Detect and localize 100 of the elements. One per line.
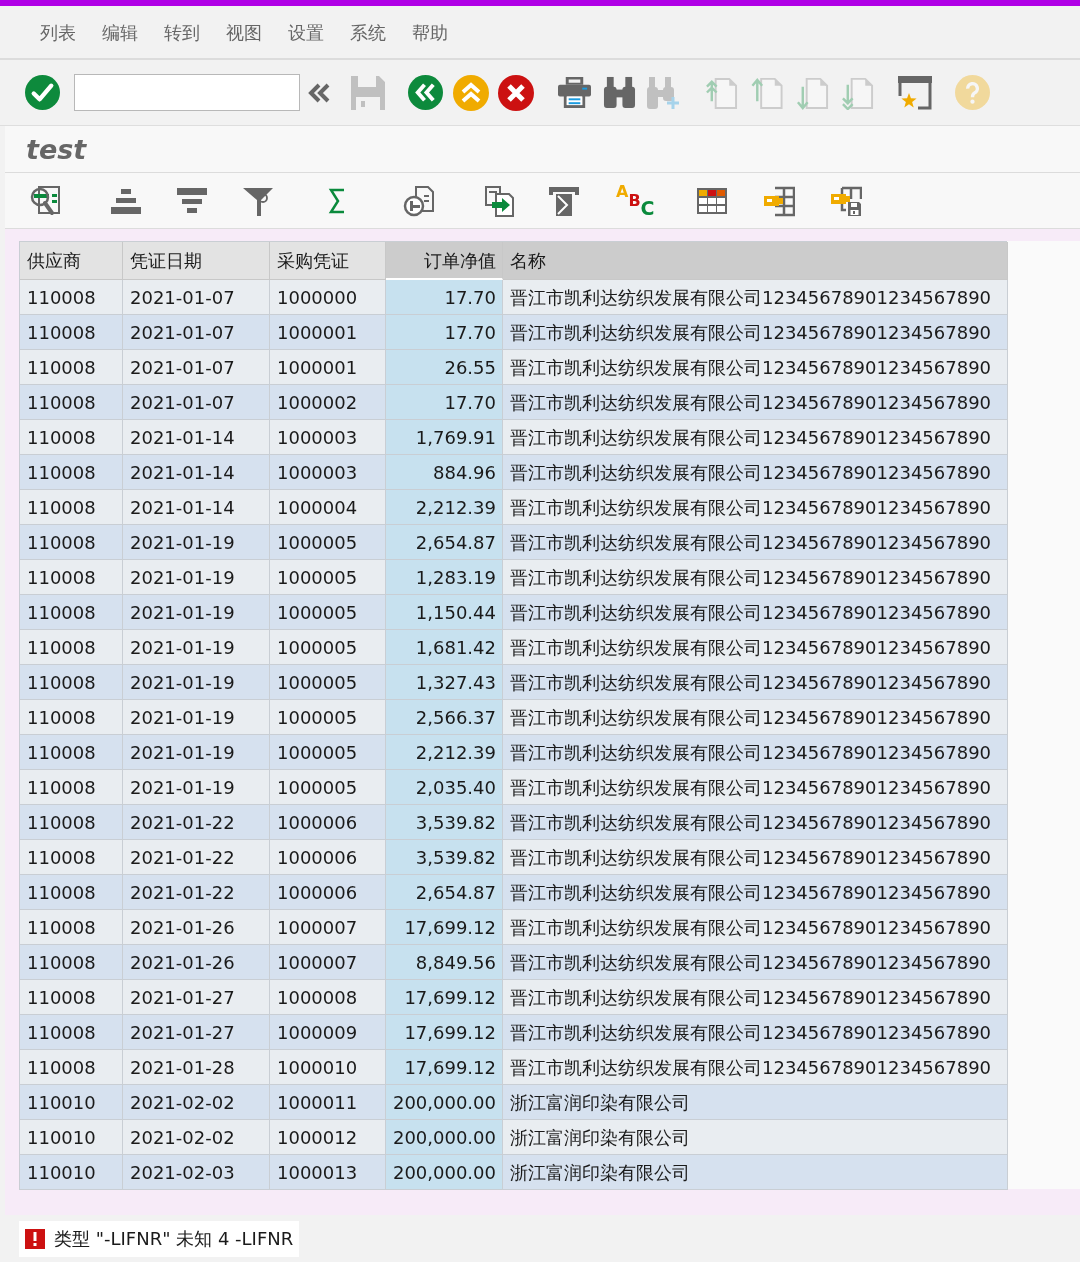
tag-grid-floppy-icon[interactable]: [830, 184, 862, 217]
table-cell: 110008: [20, 805, 123, 840]
table-cell: 2021-01-19: [123, 665, 270, 700]
table-cell: 浙江富润印染有限公司: [503, 1085, 1008, 1120]
table-cell: 晋江市凯利达纺织发展有限公司12345678901234567890: [503, 1015, 1008, 1050]
back-icon[interactable]: [408, 75, 443, 110]
table-cell: 110008: [20, 1015, 123, 1050]
menu-item[interactable]: 转到: [164, 18, 200, 46]
table-cell: 110008: [20, 560, 123, 595]
table-cell: 2021-01-19: [123, 735, 270, 770]
table-cell: 晋江市凯利达纺织发展有限公司12345678901234567890: [503, 840, 1008, 875]
table-cell: 晋江市凯利达纺织发展有限公司12345678901234567890: [503, 455, 1008, 490]
window-star-icon[interactable]: [898, 75, 932, 110]
table-cell: 200,000.00: [386, 1120, 503, 1155]
table-cell: 2021-01-14: [123, 455, 270, 490]
menu-item[interactable]: 视图: [226, 18, 262, 46]
table-cell: 1000011: [270, 1085, 386, 1120]
table-cell: 2,035.40: [386, 770, 503, 805]
table-cell: 2,212.39: [386, 490, 503, 525]
table-cell: 晋江市凯利达纺织发展有限公司12345678901234567890: [503, 735, 1008, 770]
table-cell: 晋江市凯利达纺织发展有限公司12345678901234567890: [503, 1050, 1008, 1085]
table-cell: 2021-01-26: [123, 945, 270, 980]
table-cell: 1000007: [270, 910, 386, 945]
table-cell: 2,566.37: [386, 700, 503, 735]
table-cell: 晋江市凯利达纺织发展有限公司12345678901234567890: [503, 805, 1008, 840]
document-arrow-icon[interactable]: [483, 184, 515, 217]
table-cell: 2021-01-19: [123, 560, 270, 595]
table-cell: 晋江市凯利达纺织发展有限公司12345678901234567890: [503, 560, 1008, 595]
tray-triangle-icon[interactable]: [548, 184, 580, 217]
table-cell: 1000002: [270, 385, 386, 420]
table-cell: 2021-01-07: [123, 350, 270, 385]
column-header[interactable]: 凭证日期: [123, 242, 270, 280]
table-cell: 2,212.39: [386, 735, 503, 770]
table-cell: 2021-01-19: [123, 700, 270, 735]
table-cell: 2021-01-07: [123, 385, 270, 420]
table-cell: 2021-01-22: [123, 840, 270, 875]
table-cell: 3,539.82: [386, 840, 503, 875]
table-cell: 200,000.00: [386, 1155, 503, 1190]
table-cell: 1000013: [270, 1155, 386, 1190]
table-cell: 2021-01-14: [123, 490, 270, 525]
table-cell: 110008: [20, 875, 123, 910]
menu-item[interactable]: 设置: [288, 18, 324, 46]
table-cell: 2021-01-28: [123, 1050, 270, 1085]
table-cell: 2021-01-19: [123, 770, 270, 805]
table-cell: 1000006: [270, 805, 386, 840]
checkmark-icon[interactable]: [25, 75, 60, 110]
table-cell: 晋江市凯利达纺织发展有限公司12345678901234567890: [503, 490, 1008, 525]
table-cell: 晋江市凯利达纺织发展有限公司12345678901234567890: [503, 280, 1008, 315]
table-cell: 110008: [20, 490, 123, 525]
table-cell: 1000005: [270, 700, 386, 735]
table-cell: 1000010: [270, 1050, 386, 1085]
table-cell: 1000003: [270, 420, 386, 455]
table-cell: 晋江市凯利达纺织发展有限公司12345678901234567890: [503, 665, 1008, 700]
table-cell: 1000007: [270, 945, 386, 980]
table-cell: 2021-01-14: [123, 420, 270, 455]
table-cell: 110008: [20, 595, 123, 630]
table-cell: 110008: [20, 770, 123, 805]
table-cell: 17,699.12: [386, 1015, 503, 1050]
menu-item[interactable]: 帮助: [412, 18, 448, 46]
column-header[interactable]: 名称: [503, 242, 1008, 280]
table-cell: 1000005: [270, 630, 386, 665]
column-header[interactable]: 订单净值: [386, 242, 503, 280]
double-chevron-icon[interactable]: [308, 82, 330, 103]
table-cell: 1000000: [270, 280, 386, 315]
list-magnifier-icon[interactable]: [30, 184, 62, 217]
table-cell: 110010: [20, 1155, 123, 1190]
table-cell: 110008: [20, 350, 123, 385]
printer-icon[interactable]: [557, 76, 592, 109]
table-cell: 2021-01-19: [123, 630, 270, 665]
table-cell: 110008: [20, 280, 123, 315]
table-cell: 晋江市凯利达纺织发展有限公司12345678901234567890: [503, 875, 1008, 910]
document-lens-icon[interactable]: [403, 184, 435, 217]
command-field[interactable]: [74, 74, 300, 111]
tag-grid-icon[interactable]: [763, 184, 795, 217]
table-cell: 晋江市凯利达纺织发展有限公司12345678901234567890: [503, 700, 1008, 735]
menu-item[interactable]: 系统: [350, 18, 386, 46]
table-cell: 晋江市凯利达纺织发展有限公司12345678901234567890: [503, 630, 1008, 665]
table-cell: 2021-01-07: [123, 315, 270, 350]
table-cell: 8,849.56: [386, 945, 503, 980]
table-cell: 26.55: [386, 350, 503, 385]
table-cell: 晋江市凯利达纺织发展有限公司12345678901234567890: [503, 770, 1008, 805]
close-icon[interactable]: [498, 74, 534, 111]
table-cell: 浙江富润印染有限公司: [503, 1155, 1008, 1190]
table-cell: 2021-01-19: [123, 595, 270, 630]
table-cell: 1000005: [270, 560, 386, 595]
table-cell: 1000005: [270, 525, 386, 560]
table-cell: 884.96: [386, 455, 503, 490]
table-cell: 200,000.00: [386, 1085, 503, 1120]
menu-item[interactable]: 列表: [40, 18, 76, 46]
table-cell: 1000006: [270, 875, 386, 910]
menu-item[interactable]: 编辑: [102, 18, 138, 46]
table-cell: 晋江市凯利达纺织发展有限公司12345678901234567890: [503, 350, 1008, 385]
table-cell: 110008: [20, 840, 123, 875]
table-cell: 2021-01-22: [123, 805, 270, 840]
table-cell: 110008: [20, 525, 123, 560]
table-cell: 17,699.12: [386, 980, 503, 1015]
column-header[interactable]: 供应商: [20, 242, 123, 280]
column-header[interactable]: 采购凭证: [270, 242, 386, 280]
table-cell: 110008: [20, 980, 123, 1015]
binoculars-icon[interactable]: [603, 76, 636, 109]
